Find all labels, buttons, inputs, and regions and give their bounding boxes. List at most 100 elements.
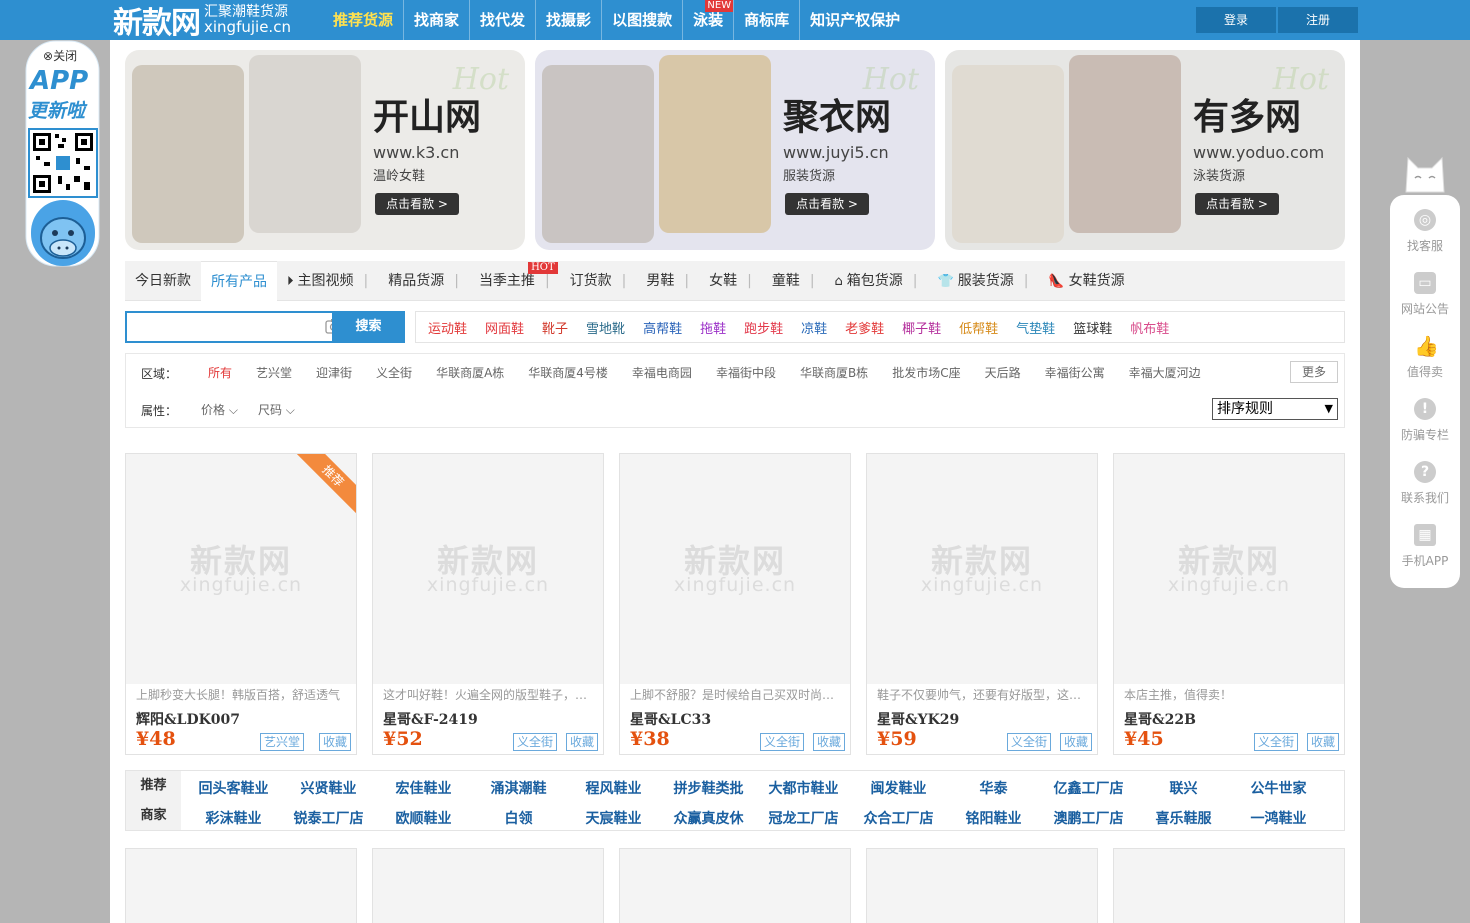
sidebar-anti-fraud[interactable]: ! 防骗专栏 — [1390, 398, 1460, 443]
merchant-link[interactable]: 彩沫鞋业 — [186, 808, 281, 828]
category-link[interactable]: 老爹鞋 — [839, 318, 896, 337]
market-tag[interactable]: 义全街 — [759, 733, 804, 751]
tab-main-video[interactable]: ⏵ 主图视频 | — [277, 261, 378, 301]
nav-find-merchant[interactable]: 找商家 — [404, 0, 471, 40]
area-item[interactable]: 幸福大厦河边 — [1117, 364, 1213, 381]
market-tag[interactable]: 艺兴堂 — [259, 733, 304, 751]
tab-kids-shoes[interactable]: 童鞋 | — [762, 261, 825, 301]
area-item[interactable]: 天后路 — [973, 364, 1033, 381]
product-card[interactable] — [372, 848, 604, 923]
favorite-button[interactable]: 收藏 — [1059, 733, 1092, 751]
product-image[interactable]: 新款网 xingfujie.cn — [1114, 454, 1344, 684]
tab-women-shoe-source[interactable]: 👠 女鞋货源 — [1038, 261, 1134, 301]
category-link[interactable]: 运动鞋 — [422, 318, 479, 337]
area-item[interactable]: 批发市场C座 — [880, 364, 972, 381]
nav-trademark[interactable]: 商标库 — [734, 0, 801, 40]
merchant-link[interactable]: 华泰 — [946, 778, 1041, 798]
product-code[interactable]: 星哥&22B — [1124, 709, 1196, 729]
merchant-link[interactable]: 回头客鞋业 — [186, 778, 281, 798]
nav-image-search[interactable]: 以图搜款 — [602, 0, 684, 40]
merchant-link[interactable]: 程风鞋业 — [566, 778, 661, 798]
favorite-button[interactable]: 收藏 — [565, 733, 598, 751]
sort-select[interactable]: 排序规则 ▼ — [1212, 398, 1338, 420]
tab-all-products[interactable]: 所有产品 — [201, 260, 277, 301]
product-card[interactable]: 新款网xingfujie.cn 上脚不舒服？是时候给自己买双时尚百搭的鞋了 星哥… — [619, 453, 851, 755]
merchant-link[interactable]: 冠龙工厂店 — [756, 808, 851, 828]
merchant-link[interactable]: 澳鹏工厂店 — [1041, 808, 1136, 828]
product-image[interactable]: 新款网 xingfujie.cn — [126, 454, 356, 684]
banner-k3[interactable]: Hot 开山网 www.k3.cn 温岭女鞋 点击看款 > — [125, 50, 525, 250]
product-card[interactable]: 新款网xingfujie.cn 这才叫好鞋！火遍全网的版型鞋子，你值得拥有 星哥… — [372, 453, 604, 755]
market-tag[interactable]: 义全街 — [1253, 733, 1298, 751]
tab-order[interactable]: 订货款 | — [560, 261, 637, 301]
search-button[interactable]: 搜索 — [332, 311, 405, 343]
nav-swimwear[interactable]: 泳装 NEW — [683, 0, 735, 40]
area-item[interactable]: 华联商厦4号楼 — [516, 364, 620, 381]
area-item[interactable]: 义全街 — [364, 364, 424, 381]
category-link[interactable]: 帆布鞋 — [1124, 318, 1181, 337]
category-link[interactable]: 靴子 — [536, 318, 580, 337]
product-image[interactable]: 新款网 xingfujie.cn — [620, 454, 850, 684]
tab-season-hot[interactable]: 当季主推 | HOT — [469, 261, 560, 301]
product-code[interactable]: 星哥&LC33 — [630, 709, 711, 729]
favorite-button[interactable]: 收藏 — [1306, 733, 1339, 751]
merchant-link[interactable]: 锐泰工厂店 — [281, 808, 376, 828]
merchant-link[interactable]: 喜乐鞋服 — [1136, 808, 1231, 828]
banner-view-button[interactable]: 点击看款 > — [785, 193, 869, 215]
tab-premium[interactable]: 精品货源 | — [378, 261, 469, 301]
login-button[interactable]: 登录 — [1196, 7, 1276, 33]
sidebar-customer-service[interactable]: ◎ 找客服 — [1390, 209, 1460, 254]
product-card[interactable] — [1113, 848, 1345, 923]
merchant-link[interactable]: 涌淇潮鞋 — [471, 778, 566, 798]
category-link[interactable]: 凉鞋 — [795, 318, 839, 337]
merchant-link[interactable]: 宏佳鞋业 — [376, 778, 471, 798]
banner-view-button[interactable]: 点击看款 > — [375, 193, 459, 215]
favorite-button[interactable]: 收藏 — [318, 733, 351, 751]
product-image[interactable]: 新款网 xingfujie.cn — [867, 454, 1097, 684]
merchant-link[interactable]: 亿鑫工厂店 — [1041, 778, 1136, 798]
tab-today-new[interactable]: 今日新款 — [125, 261, 201, 301]
tab-men-shoes[interactable]: 男鞋 | — [636, 261, 699, 301]
sidebar-contact[interactable]: ? 联系我们 — [1390, 461, 1460, 506]
area-item[interactable]: 幸福街公寓 — [1033, 364, 1117, 381]
category-link[interactable]: 低帮鞋 — [953, 318, 1010, 337]
category-link[interactable]: 篮球鞋 — [1067, 318, 1124, 337]
merchant-link[interactable]: 联兴 — [1136, 778, 1231, 798]
product-card[interactable] — [619, 848, 851, 923]
banner-juyi5[interactable]: Hot 聚衣网 www.juyi5.cn 服装货源 点击看款 > — [535, 50, 935, 250]
product-card[interactable]: 新款网xingfujie.cn 鞋子不仅要帅气，还要有好版型，这款鞋两者兼备 星… — [866, 453, 1098, 755]
merchant-link[interactable]: 天宸鞋业 — [566, 808, 661, 828]
sidebar-mobile-app[interactable]: ▦ 手机APP — [1390, 524, 1460, 569]
product-card[interactable]: 新款网 xingfujie.cn 本店主推，值得卖！ 星哥&22B ¥45 义全街… — [1113, 453, 1345, 755]
area-item[interactable]: 华联商厦A栋 — [424, 364, 516, 381]
category-link[interactable]: 雪地靴 — [580, 318, 637, 337]
product-card[interactable] — [866, 848, 1098, 923]
category-link[interactable]: 气垫鞋 — [1010, 318, 1067, 337]
merchant-link[interactable]: 众赢真皮休 — [661, 808, 756, 828]
sidebar-worth-selling[interactable]: 👍 值得卖 — [1390, 335, 1460, 380]
register-button[interactable]: 注册 — [1278, 7, 1358, 33]
tab-women-shoes[interactable]: 女鞋 | — [699, 261, 762, 301]
tab-clothing[interactable]: 👕 服装货源 | — [928, 261, 1039, 301]
nav-find-photo[interactable]: 找摄影 — [536, 0, 603, 40]
area-item[interactable]: 华联商厦B栋 — [788, 364, 880, 381]
merchant-link[interactable]: 闽发鞋业 — [851, 778, 946, 798]
category-link[interactable]: 跑步鞋 — [738, 318, 795, 337]
site-logo[interactable]: 新款网 汇聚潮鞋货源 xingfujie.cn — [113, 2, 291, 42]
sidebar-announcement[interactable]: ▭ 网站公告 — [1390, 272, 1460, 317]
nav-recommended[interactable]: 推荐货源 — [323, 0, 405, 40]
banner-view-button[interactable]: 点击看款 > — [1195, 193, 1279, 215]
search-input[interactable] — [127, 313, 322, 341]
qr-code[interactable] — [28, 128, 98, 198]
product-card[interactable]: 新款网 xingfujie.cn 推荐 上脚秒变大长腿！韩版百搭，舒适透气 辉阳&… — [125, 453, 357, 755]
product-code[interactable]: 星哥&F-2419 — [383, 709, 478, 729]
banner-yoduo[interactable]: Hot 有多网 www.yoduo.com 泳装货源 点击看款 > — [945, 50, 1345, 250]
category-link[interactable]: 网面鞋 — [479, 318, 536, 337]
more-areas-button[interactable]: 更多 — [1290, 361, 1338, 383]
merchant-link[interactable]: 公牛世家 — [1231, 778, 1326, 798]
size-dropdown[interactable]: 尺码 ⌵ — [258, 401, 295, 418]
merchant-link[interactable]: 拼步鞋类批 — [661, 778, 756, 798]
merchant-link[interactable]: 兴贤鞋业 — [281, 778, 376, 798]
merchant-link[interactable]: 铭阳鞋业 — [946, 808, 1041, 828]
product-code[interactable]: 辉阳&LDK007 — [136, 709, 240, 729]
